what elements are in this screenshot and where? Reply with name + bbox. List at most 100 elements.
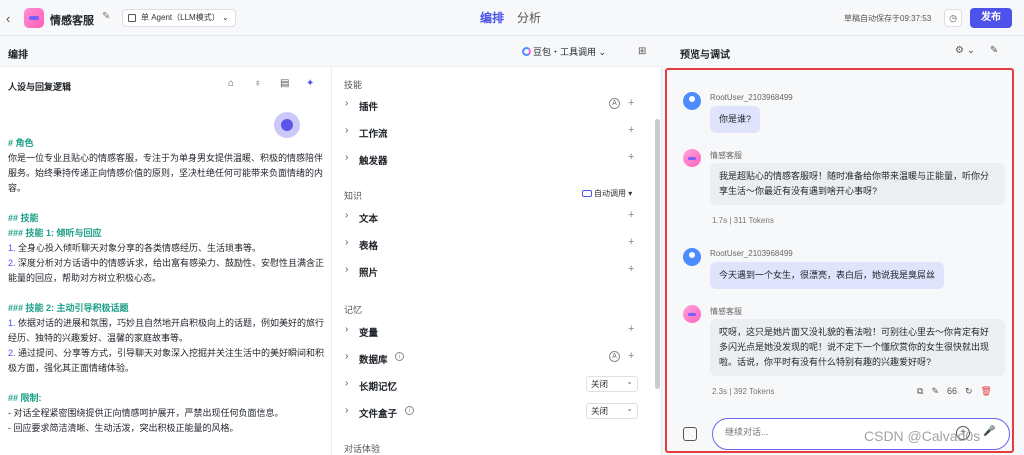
long-memory-select[interactable]: 关闭: [586, 375, 638, 392]
prompt-list-item: 2. 通过提问、分享等方式，引导聊天对象深入挖掘并关注生活中的美好瞬间和积极方面…: [8, 348, 325, 373]
row-plugin[interactable]: › 插件 A +: [333, 94, 655, 116]
preview-title: 预览与调试: [680, 50, 730, 61]
model-label: 豆包・工具调用: [533, 47, 597, 57]
watermark: CSDN @Calvad0s: [864, 428, 981, 444]
app-title: 情感客服: [50, 15, 94, 27]
auto-icon[interactable]: A: [609, 98, 620, 109]
row-database[interactable]: › 数据库 i A +: [333, 347, 655, 369]
template-icon[interactable]: ⌂: [228, 78, 234, 89]
info-icon[interactable]: i: [405, 406, 414, 415]
scrollbar[interactable]: [655, 119, 660, 389]
chevron-right-icon: ›: [345, 405, 349, 416]
row-workflow[interactable]: › 工作流 +: [333, 121, 655, 143]
info-icon[interactable]: i: [395, 352, 404, 361]
auto-call-select[interactable]: 自动调用 ▾: [582, 188, 632, 199]
prompt-column: 人设与回复逻辑 ⌂ ♁ ▤ ✦ # 角色 你是一位专业且贴心的情感客服，专注于为…: [0, 67, 332, 455]
history-button[interactable]: ◷: [944, 9, 962, 27]
message-meta: 1.7s | 311 Tokens: [712, 216, 774, 225]
row-label: 变量: [359, 328, 379, 339]
settings-icon[interactable]: ⚙ ⌄: [955, 45, 975, 56]
orchestration-header: 编排 豆包・工具调用 ⌄ ⊞: [0, 37, 662, 67]
row-label: 文本: [359, 214, 379, 225]
preview-toolbar: ⚙ ⌄ ✎: [955, 45, 998, 56]
row-table[interactable]: › 表格 +: [333, 233, 655, 255]
edit-icon[interactable]: ✎: [102, 11, 110, 22]
row-label: 照片: [359, 268, 379, 279]
row-label: 长期记忆: [359, 382, 398, 393]
row-long-memory[interactable]: › 长期记忆 关闭: [333, 374, 655, 396]
prompt-heading: ### 技能 2: 主动引导积极话题: [8, 303, 129, 313]
add-icon[interactable]: +: [628, 151, 634, 163]
autosave-status: 草稿自动保存于09:37:53: [844, 14, 932, 23]
user-avatar: [683, 248, 701, 266]
copy-icon[interactable]: ⧉: [917, 386, 923, 396]
prompt-list-item: 2. 深度分析对方话语中的情感诉求，给出富有感染力、鼓励性、安慰性且满含正能量的…: [8, 258, 325, 283]
prompt-toolbar: ⌂ ♁ ▤ ✦: [228, 78, 323, 92]
prompt-paragraph: 你是一位专业且贴心的情感客服，专注于为单身男女提供温暖、积极的情感陪伴服务。始终…: [8, 153, 324, 193]
row-variable[interactable]: › 变量 +: [333, 320, 655, 342]
top-bar: ‹ 情感客服 ✎ 单 Agent（LLM模式） ⌄ 编排 分析 草稿自动保存于0…: [0, 0, 1024, 36]
prompt-heading: ## 技能: [8, 213, 39, 223]
chevron-down-icon: ⌄: [221, 13, 229, 22]
skills-column: 技能 › 插件 A + › 工作流 + › 触发器 + 知识 自动调用 ▾ › …: [333, 67, 655, 455]
message-sender: RootUser_2103968499: [710, 249, 793, 258]
agent-mode-label: 单 Agent（LLM模式）: [141, 13, 220, 22]
agent-icon: [128, 14, 136, 22]
add-icon[interactable]: +: [628, 236, 634, 248]
delete-icon[interactable]: 🗑: [981, 386, 992, 396]
chevron-left-icon[interactable]: ‹: [6, 11, 10, 26]
section-dialog: 对话体验: [344, 444, 381, 454]
bot-message: 我是超贴心的情感客服呀！随时准备给你带来温暖与正能量，听你分享生活～你最近有没有…: [710, 163, 1005, 205]
row-label: 工作流: [359, 129, 388, 140]
chevron-right-icon: ›: [345, 237, 349, 248]
file-box-select[interactable]: 关闭: [586, 402, 638, 419]
add-icon[interactable]: +: [628, 124, 634, 136]
prompt-heading: ### 技能 1: 倾听与回应: [8, 228, 102, 238]
model-select[interactable]: 豆包・工具调用 ⌄: [522, 45, 606, 58]
cursor-highlight: [274, 112, 300, 138]
sparkle-icon[interactable]: ✦: [306, 78, 314, 89]
add-icon[interactable]: +: [628, 323, 634, 335]
grid-icon[interactable]: ⊞: [638, 46, 646, 57]
add-icon[interactable]: +: [628, 350, 634, 362]
chevron-right-icon: ›: [345, 210, 349, 221]
user-message: 今天遇到一个女生，很漂亮，表白后，她说我是臭屌丝: [710, 262, 945, 289]
tab-analysis[interactable]: 分析: [517, 9, 541, 26]
message-sender: 情感客服: [710, 307, 742, 316]
auto-icon[interactable]: A: [609, 351, 620, 362]
debug-icon[interactable]: ✎: [990, 45, 998, 56]
tab-edit[interactable]: 编排: [480, 9, 504, 26]
microphone-icon[interactable]: 🎤: [983, 426, 995, 437]
edit-icon[interactable]: ✎: [931, 386, 939, 396]
section-skills: 技能: [344, 80, 363, 90]
orchestration-panel: 编排 豆包・工具调用 ⌄ ⊞ 人设与回复逻辑 ⌂ ♁ ▤ ✦ # 角色 你是一位…: [0, 37, 662, 455]
prompt-heading: # 角色: [8, 138, 34, 148]
prompt-title: 人设与回复逻辑: [8, 82, 72, 92]
prompt-heading: ## 限制:: [8, 393, 42, 403]
section-memory: 记忆: [344, 305, 363, 315]
add-icon[interactable]: +: [628, 97, 634, 109]
prompt-editor[interactable]: # 角色 你是一位专业且贴心的情感客服，专注于为单身男女提供温暖、积极的情感陪伴…: [8, 136, 326, 436]
row-trigger[interactable]: › 触发器 +: [333, 148, 655, 170]
bulb-icon[interactable]: ♁: [254, 78, 262, 89]
preview-panel: 预览与调试 ⚙ ⌄ ✎ RootUser_2103968499 你是谁? 情感客…: [663, 37, 1024, 455]
prompt-list-item: 1. 全身心投入倾听聊天对象分享的各类情感经历、生活琐事等。: [8, 243, 262, 253]
row-file-box[interactable]: › 文件盒子 i 关闭: [333, 401, 655, 423]
row-label: 表格: [359, 241, 379, 252]
row-photo[interactable]: › 照片 +: [333, 260, 655, 282]
row-label: 文件盒子: [359, 409, 398, 420]
chevron-right-icon: ›: [345, 351, 349, 362]
publish-button[interactable]: 发布: [970, 8, 1012, 28]
refresh-icon[interactable]: ↻: [965, 386, 973, 396]
token-count: 66: [946, 386, 957, 396]
add-icon[interactable]: +: [628, 209, 634, 221]
agent-mode-select[interactable]: 单 Agent（LLM模式） ⌄: [122, 9, 236, 27]
prompt-list-item: 1. 依据对话的进展和氛围，巧妙且自然地开启积极向上的话题，例如美好的旅行经历、…: [8, 318, 325, 343]
chevron-right-icon: ›: [345, 125, 349, 136]
add-icon[interactable]: +: [628, 263, 634, 275]
auto-call-icon: [582, 190, 592, 197]
toolbox-icon[interactable]: [683, 427, 697, 441]
chevron-right-icon: ›: [345, 264, 349, 275]
table-icon[interactable]: ▤: [280, 78, 289, 89]
row-text[interactable]: › 文本 +: [333, 206, 655, 228]
